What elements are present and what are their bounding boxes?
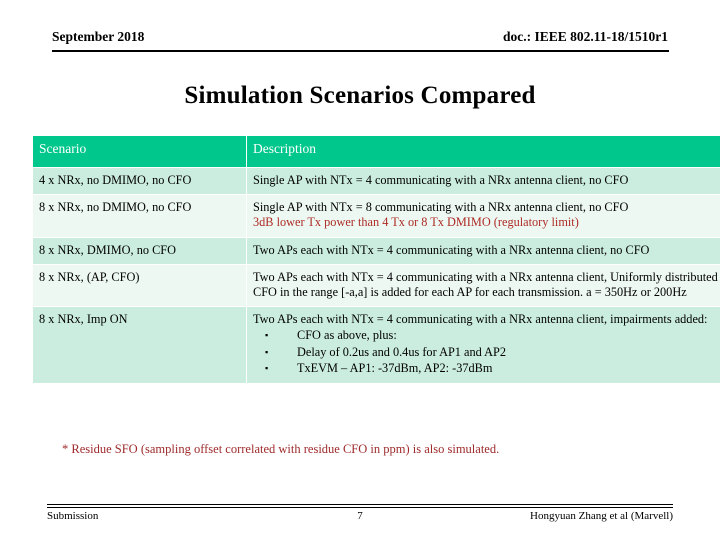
header-date: September 2018 <box>52 29 145 44</box>
square-bullet-icon: ▪ <box>265 346 269 357</box>
header-divider <box>52 50 669 52</box>
slide-header: September 2018 doc.: IEEE 802.11-18/1510… <box>52 29 668 51</box>
footer-divider-bottom <box>47 507 673 508</box>
column-header-description: Description <box>246 136 720 168</box>
page-title: Simulation Scenarios Compared <box>184 82 536 109</box>
table-row: 8 x NRx, DMIMO, no CFO Two APs each with… <box>33 237 720 265</box>
list-item-label: CFO as above, plus: <box>297 328 397 343</box>
footnote: * Residue SFO (sampling offset correlate… <box>62 442 500 456</box>
cell-description: Two APs each with NTx = 4 communicating … <box>246 264 720 308</box>
description-line: Two APs each with NTx = 4 communicating … <box>253 269 718 300</box>
cell-description: Single AP with NTx = 8 communicating wit… <box>246 194 720 238</box>
description-line: Two APs each with NTx = 4 communicating … <box>253 312 708 327</box>
footer-author: Hongyuan Zhang et al (Marvell) <box>530 510 673 522</box>
cell-scenario: 8 x NRx, Imp ON <box>33 306 247 384</box>
header-doc-ref: doc.: IEEE 802.11-18/1510r1 <box>502 29 668 44</box>
impairments-bullet-list: ▪ CFO as above, plus: ▪ Delay of 0.2us a… <box>253 327 720 377</box>
cell-description: Single AP with NTx = 4 communicating wit… <box>246 167 720 196</box>
table-row: 8 x NRx, no DMIMO, no CFO Single AP with… <box>33 194 720 238</box>
list-item-label: TxEVM – AP1: -37dBm, AP2: -37dBm <box>297 361 493 376</box>
list-item: ▪ TxEVM – AP1: -37dBm, AP2: -37dBm <box>259 360 720 377</box>
cell-scenario: 4 x NRx, no DMIMO, no CFO <box>33 167 247 196</box>
list-item: ▪ Delay of 0.2us and 0.4us for AP1 and A… <box>259 344 720 361</box>
description-line: Single AP with NTx = 8 communicating wit… <box>253 200 629 215</box>
list-item-label: Delay of 0.2us and 0.4us for AP1 and AP2 <box>297 344 507 359</box>
footer-submission-label: Submission <box>47 510 99 522</box>
square-bullet-icon: ▪ <box>265 363 269 374</box>
slide-footer: 7 Submission Hongyuan Zhang et al (Marve… <box>47 510 673 526</box>
table-head: Scenario Description <box>33 136 720 168</box>
square-bullet-icon: ▪ <box>265 330 269 341</box>
cell-description: Two APs each with NTx = 4 communicating … <box>246 237 720 265</box>
description-highlight-line: 3dB lower Tx power than 4 Tx or 8 Tx DMI… <box>253 215 579 230</box>
description-line: Two APs each with NTx = 4 communicating … <box>253 242 650 257</box>
list-item: ▪ CFO as above, plus: <box>259 327 720 344</box>
table-header-row: Scenario Description <box>33 136 720 168</box>
table-body: 4 x NRx, no DMIMO, no CFO Single AP with… <box>33 167 720 384</box>
cell-scenario: 8 x NRx, DMIMO, no CFO <box>33 237 247 265</box>
cell-scenario: 8 x NRx, no DMIMO, no CFO <box>33 194 247 238</box>
cell-scenario: 8 x NRx, (AP, CFO) <box>33 264 247 308</box>
description-line: Single AP with NTx = 4 communicating wit… <box>253 173 629 187</box>
table-row: 4 x NRx, no DMIMO, no CFO Single AP with… <box>33 167 720 196</box>
cell-description: Two APs each with NTx = 4 communicating … <box>246 306 720 384</box>
simulation-scenarios-table: Scenario Description 4 x NRx, no DMIMO, … <box>33 136 720 384</box>
table-row: 8 x NRx, (AP, CFO) Two APs each with NTx… <box>33 264 720 308</box>
table-row: 8 x NRx, Imp ON Two APs each with NTx = … <box>33 306 720 384</box>
footer-divider-top <box>47 504 673 505</box>
column-header-scenario: Scenario <box>33 136 247 168</box>
